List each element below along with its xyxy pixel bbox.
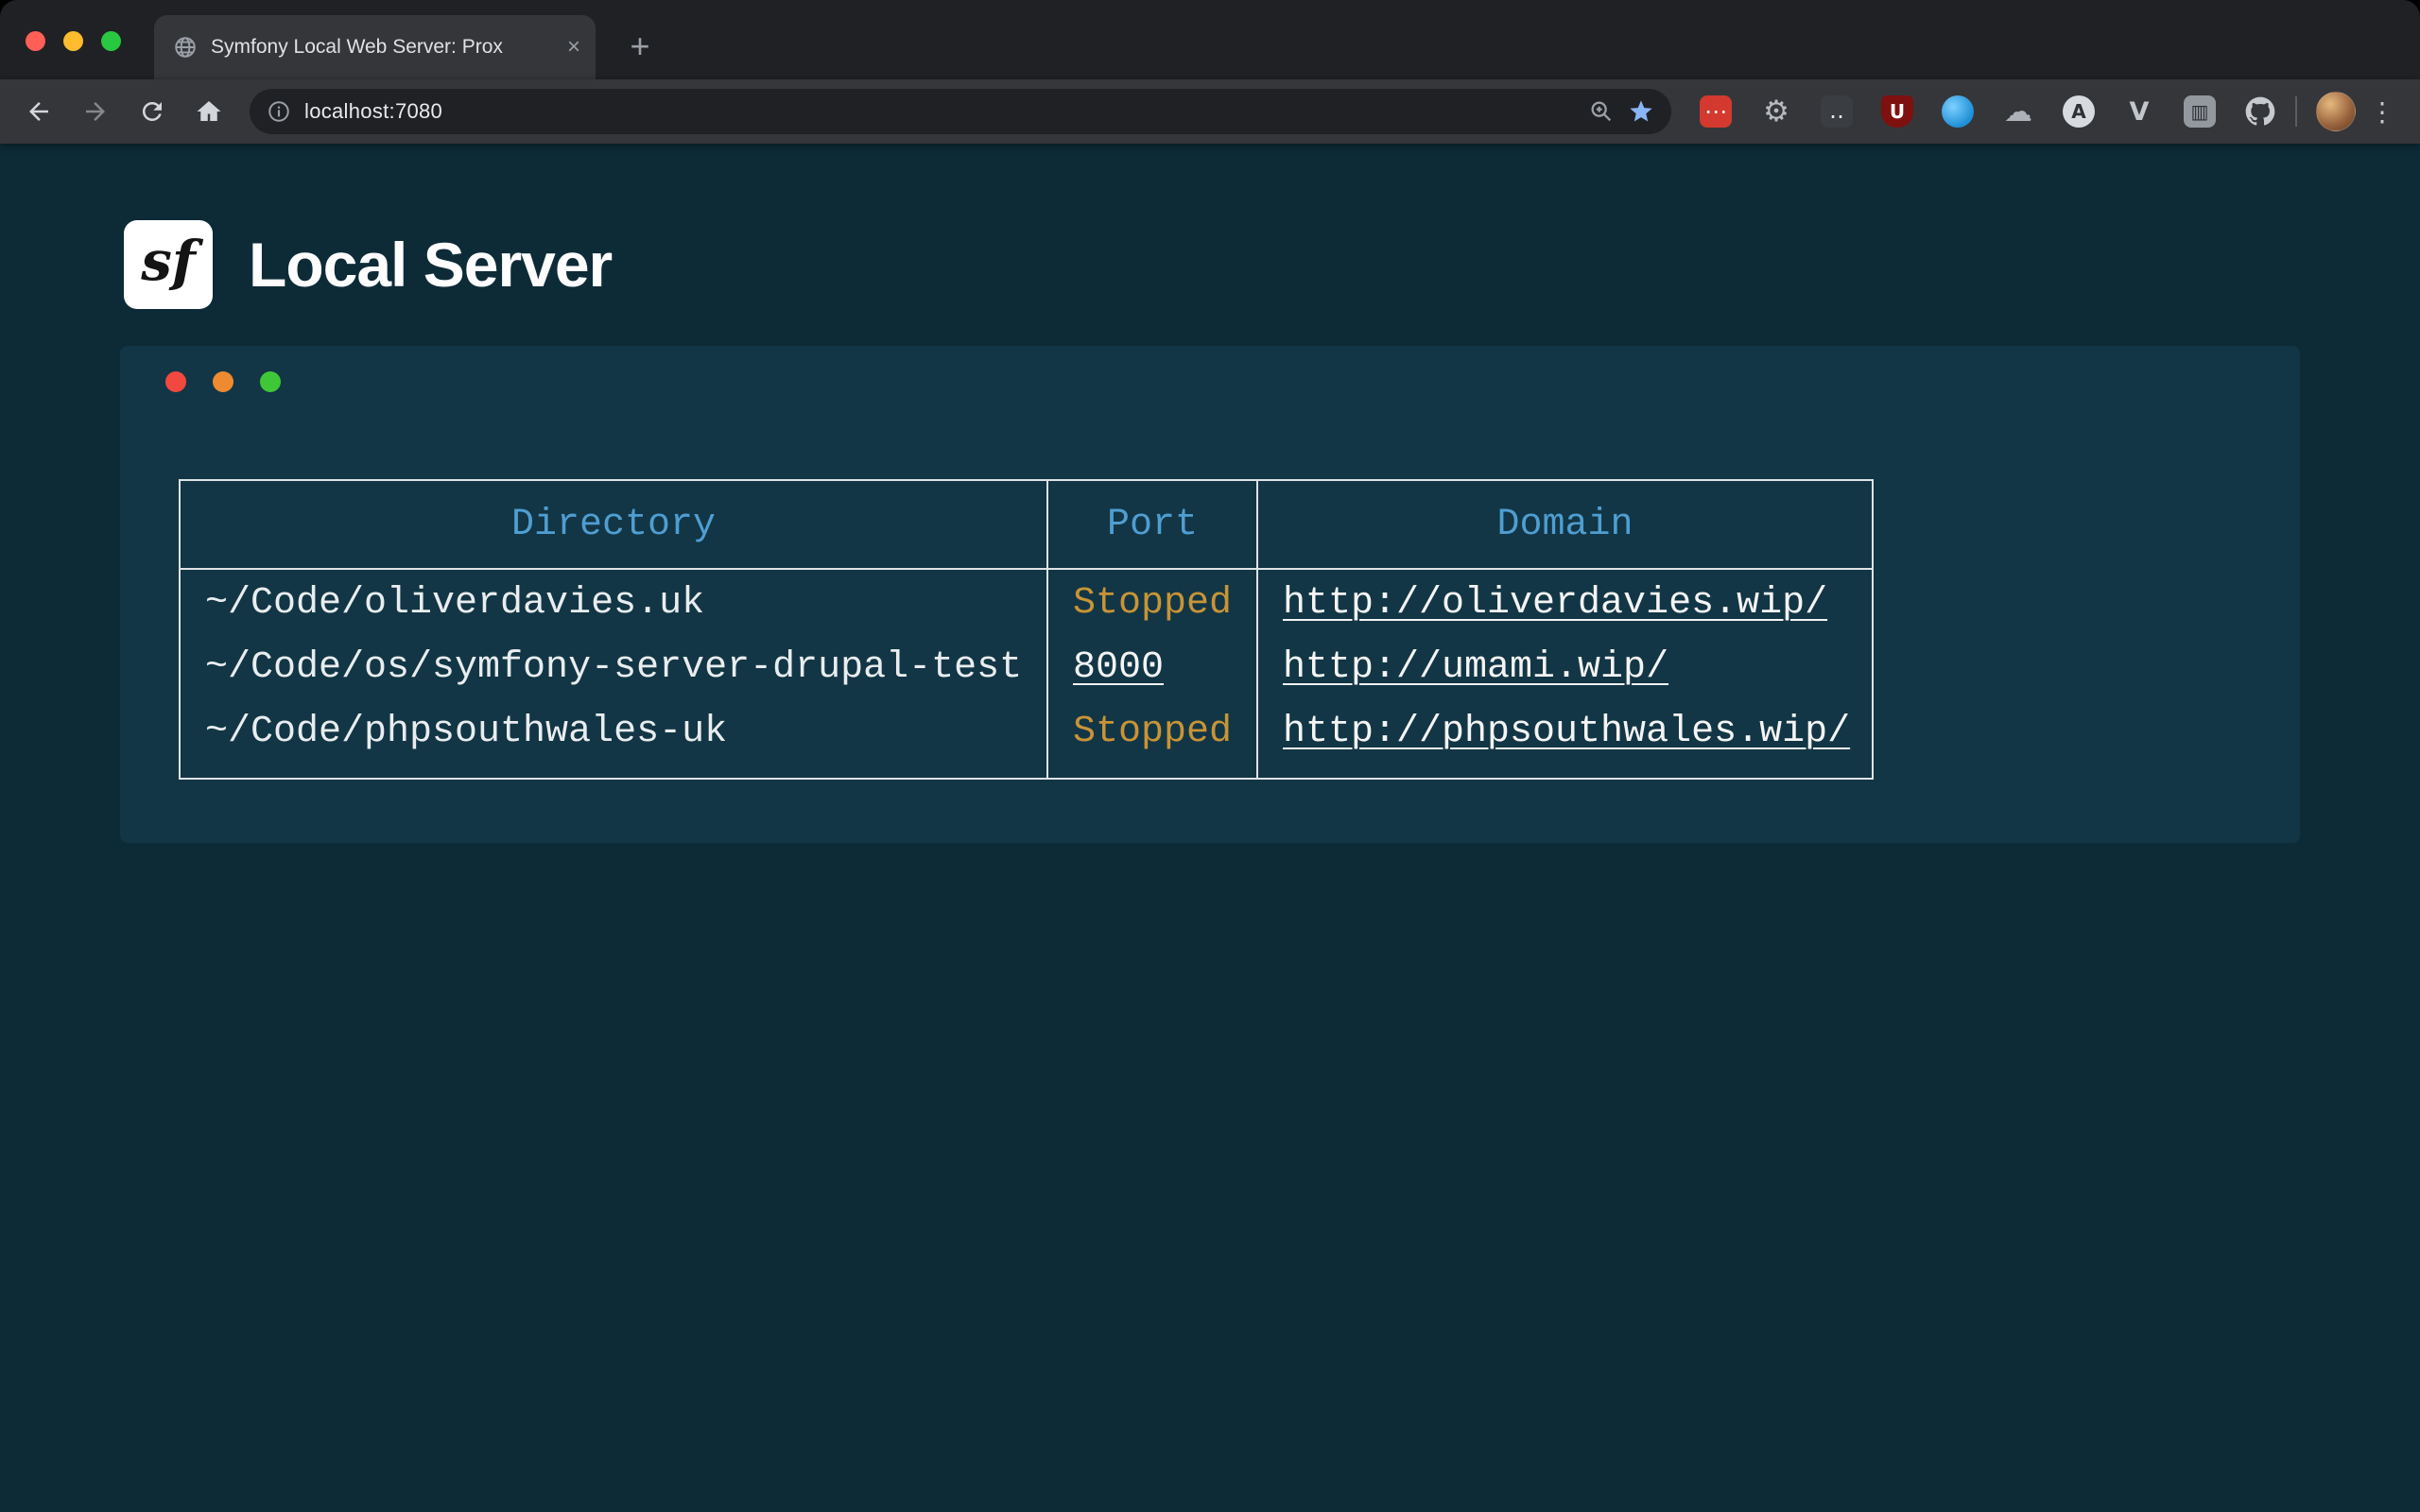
site-info-icon[interactable] <box>267 99 291 124</box>
reload-icon[interactable] <box>127 86 178 137</box>
home-icon[interactable] <box>183 86 234 137</box>
window-controls <box>26 31 121 51</box>
tab-close-icon[interactable]: × <box>567 36 580 59</box>
zoom-window-button[interactable] <box>101 31 121 51</box>
extensions-row: ⋯ ⚙ ‥ U ☁ A V ▥ <box>1700 95 2276 128</box>
extension-vimium-icon[interactable]: V <box>2123 95 2155 128</box>
extension-github-icon[interactable] <box>2244 95 2276 128</box>
browser-tab[interactable]: Symfony Local Web Server: Prox × <box>154 15 596 79</box>
minimize-window-button[interactable] <box>63 31 83 51</box>
table-row-directory: ~/Code/oliverdavies.uk <box>181 572 1046 636</box>
address-bar[interactable]: localhost:7080 <box>250 89 1671 134</box>
page-header: sf Local Server <box>124 220 612 309</box>
zoom-magnifier-icon[interactable] <box>1588 98 1615 125</box>
table-row-directory: ~/Code/phpsouthwales-uk <box>181 700 1046 765</box>
forward-icon[interactable] <box>70 86 121 137</box>
extension-cloud-icon[interactable]: ☁ <box>2002 95 2034 128</box>
extension-letter-a-icon[interactable]: A <box>2063 95 2095 128</box>
toolbar-separator <box>2295 96 2297 127</box>
domain-link[interactable]: http://oliverdavies.wip/ <box>1283 582 1827 625</box>
browser-menu-icon[interactable]: ⋮ <box>2361 91 2403 132</box>
servers-table: Directory ~/Code/oliverdavies.uk ~/Code/… <box>179 479 1874 780</box>
directory-column: Directory ~/Code/oliverdavies.uk ~/Code/… <box>181 481 1046 778</box>
port-link-cell: 8000 <box>1048 636 1256 700</box>
close-window-button[interactable] <box>26 31 45 51</box>
tab-favicon-globe-icon <box>173 35 198 60</box>
domain-link[interactable]: http://phpsouthwales.wip/ <box>1283 711 1850 753</box>
new-tab-button[interactable]: + <box>614 21 666 72</box>
url-text[interactable]: localhost:7080 <box>304 99 442 124</box>
extension-ublock-icon[interactable]: U <box>1881 95 1913 128</box>
back-icon[interactable] <box>13 86 64 137</box>
server-panel: Directory ~/Code/oliverdavies.uk ~/Code/… <box>120 346 2300 843</box>
domain-column: Domain http://oliverdavies.wip/ http://u… <box>1256 481 1872 778</box>
port-status: Stopped <box>1048 700 1256 765</box>
tab-strip: Symfony Local Web Server: Prox × + <box>0 0 2420 79</box>
tab-title: Symfony Local Web Server: Prox <box>211 36 554 59</box>
bookmark-star-icon[interactable] <box>1628 98 1654 125</box>
port-status: Stopped <box>1048 572 1256 636</box>
directory-header: Directory <box>181 481 1046 570</box>
panel-green-dot <box>260 371 281 392</box>
extension-gear-icon[interactable]: ⚙ <box>1760 95 1792 128</box>
port-column: Port Stopped 8000 Stopped <box>1046 481 1256 778</box>
browser-window: Symfony Local Web Server: Prox × + <box>0 0 2420 1512</box>
panel-window-dots <box>165 371 281 392</box>
domain-link[interactable]: http://umami.wip/ <box>1283 646 1668 689</box>
extension-tampermonkey-icon[interactable]: ‥ <box>1821 95 1853 128</box>
port-link[interactable]: 8000 <box>1073 646 1164 689</box>
port-header: Port <box>1048 481 1256 570</box>
panel-red-dot <box>165 371 186 392</box>
browser-toolbar: localhost:7080 ⋯ ⚙ ‥ U ☁ A V ▥ <box>0 79 2420 144</box>
page-title: Local Server <box>249 229 612 301</box>
domain-link-cell: http://phpsouthwales.wip/ <box>1258 700 1872 765</box>
extension-gray-square-icon[interactable]: ▥ <box>2184 95 2216 128</box>
page-content: sf Local Server Directory ~/Code/oliverd… <box>0 144 2420 1512</box>
panel-orange-dot <box>213 371 233 392</box>
symfony-logo: sf <box>124 220 213 309</box>
domain-header: Domain <box>1258 481 1872 570</box>
profile-avatar[interactable] <box>2316 92 2356 131</box>
domain-link-cell: http://oliverdavies.wip/ <box>1258 572 1872 636</box>
table-row-directory: ~/Code/os/symfony-server-drupal-test <box>181 636 1046 700</box>
domain-link-cell: http://umami.wip/ <box>1258 636 1872 700</box>
extension-red-dots-icon[interactable]: ⋯ <box>1700 95 1732 128</box>
extension-blue-circle-icon[interactable] <box>1942 95 1974 128</box>
